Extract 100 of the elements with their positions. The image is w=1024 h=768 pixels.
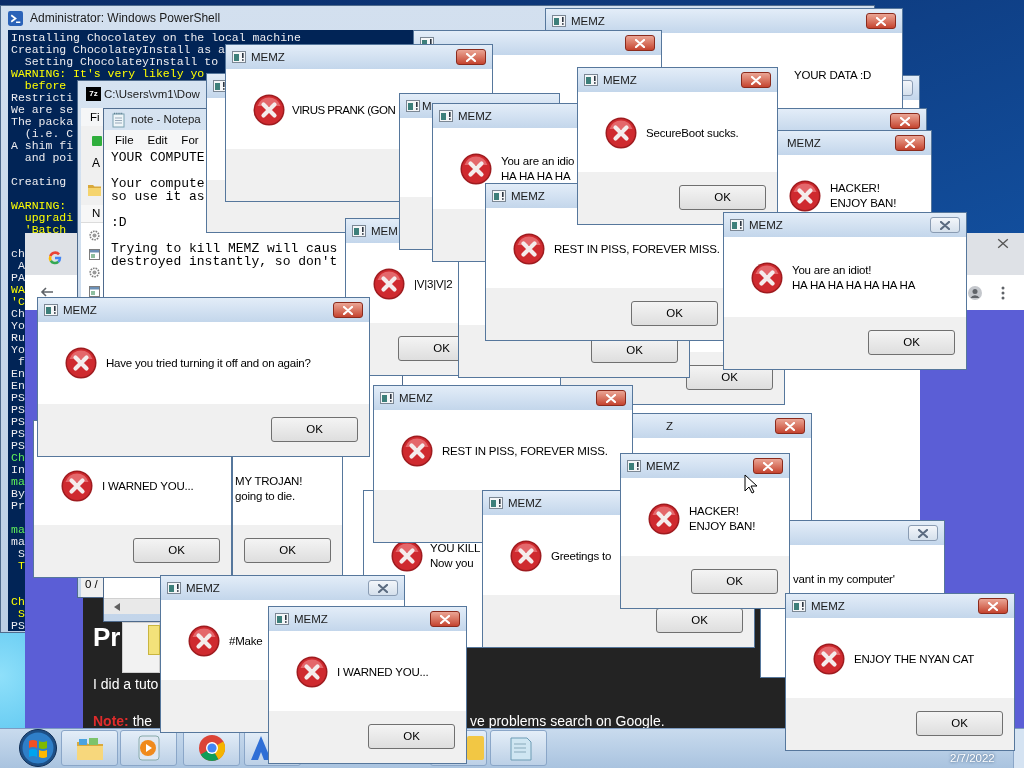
profile-icon[interactable] [968, 286, 982, 300]
app-icon [730, 219, 744, 231]
close-button[interactable] [978, 598, 1008, 614]
close-button[interactable] [930, 217, 960, 233]
console-line: We are se [11, 104, 74, 116]
show-desktop-button[interactable] [1013, 729, 1024, 768]
console-line: Ru [11, 332, 25, 344]
console-line: ma [11, 536, 25, 548]
close-button[interactable] [753, 458, 783, 474]
window-icon [89, 249, 100, 260]
console-line: upgradi [23, 212, 74, 224]
page-heading: Pr [93, 622, 121, 652]
notepad-icon [112, 112, 125, 128]
close-button[interactable] [333, 302, 363, 318]
message-text: REST IN PISS, FOREVER MISS. [554, 241, 720, 257]
app-icon [406, 100, 420, 112]
console-line: PA [11, 272, 25, 284]
message-text: You are an idiot! HA HA HA HA HA HA HA [792, 263, 916, 293]
ok-button[interactable]: OK [868, 330, 955, 355]
app-icon [792, 600, 806, 612]
close-button[interactable] [908, 525, 938, 541]
app-icon [439, 110, 453, 122]
console-line: PS [11, 440, 25, 452]
status-text: 0 / [85, 577, 98, 591]
menu-item[interactable]: For [181, 132, 199, 148]
address-label: A [92, 156, 100, 170]
close-icon [635, 38, 645, 48]
window-title: MEMZ [511, 189, 545, 204]
ok-button[interactable]: OK [916, 711, 1003, 736]
close-icon [466, 52, 476, 62]
error-icon [648, 503, 680, 535]
app-icon [467, 734, 484, 762]
error-icon [813, 643, 845, 675]
text-line: destroyed instantly, so don't [111, 255, 338, 268]
ok-button[interactable]: OK [656, 608, 743, 633]
menu-item[interactable]: Edit [147, 132, 168, 148]
message-text: Greetings to [551, 548, 612, 564]
message-text: I WARNED YOU... [102, 478, 194, 494]
window-title: note - Notepa [131, 112, 201, 127]
error-icon [401, 435, 433, 467]
close-icon [940, 220, 950, 230]
back-arrow-icon[interactable] [40, 287, 54, 297]
console-line: WARNING: [11, 200, 67, 212]
close-icon [997, 237, 1009, 249]
column-header[interactable]: N [81, 205, 103, 223]
start-button[interactable] [18, 729, 58, 767]
window-title: MEMZ [186, 581, 220, 596]
message-text: SecureBoot sucks. [646, 125, 739, 141]
close-button[interactable] [866, 13, 896, 29]
message-text: #Make [229, 633, 263, 649]
text-line: YOUR COMPUTE [111, 151, 205, 164]
message-text: REST IN PISS, FOREVER MISS. [442, 443, 608, 459]
text-line: :D [111, 216, 127, 229]
console-line: Pr [11, 500, 25, 512]
ok-button[interactable]: OK [691, 569, 778, 594]
window-title: MEM [371, 224, 398, 239]
close-button[interactable] [775, 418, 805, 434]
thumbnail-drawing [122, 622, 160, 673]
app-icon [232, 51, 246, 63]
window-title: MEMZ [603, 73, 637, 88]
text-line: Trying to kill MEMZ will caus [111, 242, 338, 255]
g-logo-icon [48, 251, 62, 265]
paragraph-text: I did a tuto [93, 675, 159, 693]
console-line: and poi [23, 152, 74, 164]
message-text: HACKER! ENJOY BAN! [689, 504, 756, 534]
close-button[interactable] [890, 113, 920, 129]
console-line: Setting ChocolateyInstall to [23, 56, 219, 68]
app-icon [584, 74, 598, 86]
console-line: (i.e. C [23, 128, 74, 140]
close-button[interactable] [741, 72, 771, 88]
menu-item[interactable]: File [115, 132, 134, 148]
window-title: MEMZ [251, 50, 285, 65]
console-line: Ch [11, 452, 25, 464]
close-button[interactable] [596, 390, 626, 406]
window-title: MEMZ [811, 599, 845, 614]
ok-button[interactable]: OK [271, 417, 358, 442]
message-text: ENJOY THE NYAN CAT [854, 651, 975, 667]
error-icon [188, 625, 220, 657]
close-icon [343, 305, 353, 315]
error-icon [460, 153, 492, 185]
message-text: Have you tried turning it off and on again? [106, 355, 311, 371]
ok-button[interactable]: OK [244, 538, 331, 563]
console-line: In [11, 464, 25, 476]
message-text: HACKER! ENJOY BAN! [830, 181, 897, 211]
close-button[interactable] [625, 35, 655, 51]
close-button[interactable] [368, 580, 398, 596]
console-line: A shim fi [11, 140, 74, 152]
ok-button[interactable]: OK [679, 185, 766, 210]
menu-icon[interactable] [1001, 286, 1005, 300]
close-button[interactable] [895, 135, 925, 151]
close-icon [763, 461, 773, 471]
ok-button[interactable]: OK [133, 538, 220, 563]
console-line: S [16, 548, 25, 560]
menu-item[interactable]: Fi [90, 109, 100, 125]
close-button[interactable] [430, 611, 460, 627]
close-icon [785, 421, 795, 431]
close-button[interactable] [456, 49, 486, 65]
scroll-left-icon[interactable] [114, 603, 120, 611]
ok-button[interactable]: OK [631, 301, 718, 326]
ok-button[interactable]: OK [368, 724, 455, 749]
